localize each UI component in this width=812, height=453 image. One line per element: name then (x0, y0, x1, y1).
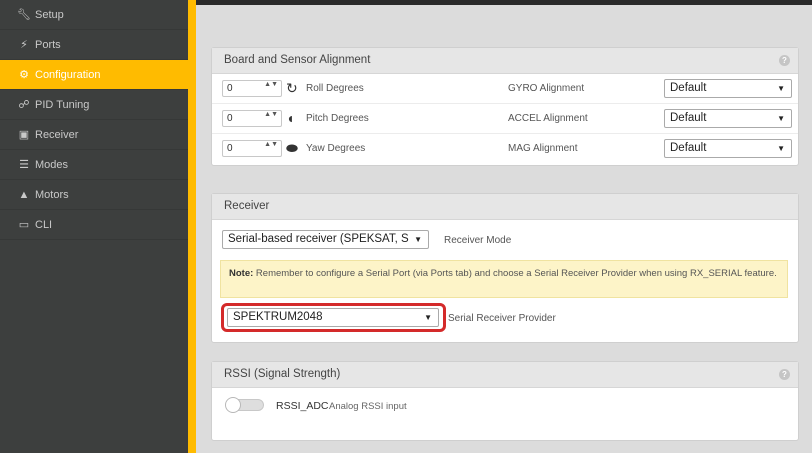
sidebar-item-label: CLI (35, 218, 53, 231)
sidebar-item-label: Modes (35, 158, 69, 171)
help-icon[interactable]: ? (779, 369, 790, 380)
axis-label: Pitch Degrees (306, 113, 369, 124)
roll-icon: ↻ (286, 80, 298, 96)
sidebar-item-label: Motors (35, 188, 69, 201)
highlight-annotation (221, 303, 446, 332)
sidebar-item-motors[interactable]: ▲ Motors (0, 180, 188, 210)
gyro-alignment-select[interactable]: Default ▼ (664, 79, 792, 98)
plug-icon: ⚡︎ (20, 38, 28, 51)
sidebar-item-label: Ports (35, 38, 61, 51)
pitch-degrees-input[interactable]: 0 ▲▼ (222, 110, 282, 127)
spinner-icon[interactable]: ▲▼ (264, 141, 278, 148)
axis-label: Roll Degrees (306, 83, 364, 94)
panel-title: Board and Sensor Alignment (224, 54, 371, 66)
sidebar-item-label: Setup (35, 8, 64, 21)
panel-title: RSSI (Signal Strength) (224, 368, 341, 380)
rssi-adc-toggle[interactable] (225, 397, 264, 413)
sidebar-item-receiver[interactable]: ▣ Receiver (0, 120, 188, 150)
alignment-row-yaw: 0 ▲▼ ⬬ Yaw Degrees MAG Alignment Default… (212, 134, 798, 163)
modes-icon: ☰ (19, 158, 29, 171)
sidebar-item-configuration[interactable]: ⚙︎ Configuration (0, 60, 188, 90)
alignment-label: MAG Alignment (508, 143, 578, 154)
receiver-icon: ▣ (18, 128, 30, 141)
rssi-adc-label: RSSI_ADC (276, 400, 329, 412)
gear-icon: ⚙︎ (19, 68, 29, 81)
alignment-row-roll: 0 ▲▼ ↻ Roll Degrees GYRO Alignment Defau… (212, 74, 798, 104)
chevron-down-icon: ▼ (777, 84, 785, 93)
yaw-icon: ⬬ (286, 140, 298, 156)
chevron-down-icon: ▼ (777, 114, 785, 123)
roll-degrees-input[interactable]: 0 ▲▼ (222, 80, 282, 97)
top-bar (196, 0, 812, 5)
toggle-knob[interactable] (225, 397, 241, 413)
panel-header: RSSI (Signal Strength) ? (212, 362, 798, 388)
serial-receiver-provider-label: Serial Receiver Provider (448, 313, 556, 324)
chevron-down-icon: ▼ (777, 144, 785, 153)
alignment-label: GYRO Alignment (508, 83, 585, 94)
axis-label: Yaw Degrees (306, 143, 366, 154)
help-icon[interactable]: ? (779, 55, 790, 66)
board-alignment-panel: Board and Sensor Alignment ? 0 ▲▼ ↻ Roll… (211, 47, 799, 166)
sidebar-item-pid-tuning[interactable]: ☍ PID Tuning (0, 90, 188, 120)
alignment-label: ACCEL Alignment (508, 113, 588, 124)
note-heading: Note: (229, 268, 254, 279)
main-content[interactable]: Board and Sensor Alignment ? 0 ▲▼ ↻ Roll… (196, 0, 812, 453)
rssi-panel: RSSI (Signal Strength) ? RSSI_ADC Analog… (211, 361, 799, 441)
wrench-icon: 🔧︎ (17, 8, 31, 21)
receiver-mode-select[interactable]: Serial-based receiver (SPEKSAT, S ▼ (222, 230, 429, 249)
receiver-note: Note: Remember to configure a Serial Por… (220, 260, 788, 298)
receiver-mode-label: Receiver Mode (444, 235, 512, 246)
sliders-icon: ☍ (18, 98, 30, 111)
sidebar-item-cli[interactable]: ▭ CLI (0, 210, 188, 240)
sidebar-item-label: Configuration (35, 68, 101, 81)
accel-alignment-select[interactable]: Default ▼ (664, 109, 792, 128)
terminal-icon: ▭ (18, 218, 30, 231)
yaw-degrees-input[interactable]: 0 ▲▼ (222, 140, 282, 157)
sidebar-item-setup[interactable]: 🔧︎ Setup (0, 0, 188, 30)
spinner-icon[interactable]: ▲▼ (264, 111, 278, 118)
sidebar-item-label: PID Tuning (35, 98, 90, 111)
pitch-icon: ◖ (286, 110, 295, 126)
sidebar: 🔧︎ Setup ⚡︎ Ports ⚙︎ Configuration ☍ PID… (0, 0, 188, 453)
chevron-down-icon: ▼ (414, 235, 422, 244)
panel-title: Receiver (224, 200, 270, 212)
sidebar-item-label: Receiver (35, 128, 79, 141)
sidebar-item-modes[interactable]: ☰ Modes (0, 150, 188, 180)
alignment-row-pitch: 0 ▲▼ ◖ Pitch Degrees ACCEL Alignment Def… (212, 104, 798, 134)
mag-alignment-select[interactable]: Default ▼ (664, 139, 792, 158)
spinner-icon[interactable]: ▲▼ (264, 81, 278, 88)
note-text: Remember to configure a Serial Port (via… (253, 268, 777, 279)
panel-header: Receiver (212, 194, 798, 220)
motor-icon: ▲ (18, 188, 30, 201)
panel-header: Board and Sensor Alignment ? (212, 48, 798, 74)
receiver-panel: Receiver Serial-based receiver (SPEKSAT,… (211, 193, 799, 343)
sidebar-item-ports[interactable]: ⚡︎ Ports (0, 30, 188, 60)
sidebar-accent-stripe (188, 0, 196, 453)
rssi-adc-description: Analog RSSI input (329, 401, 407, 412)
